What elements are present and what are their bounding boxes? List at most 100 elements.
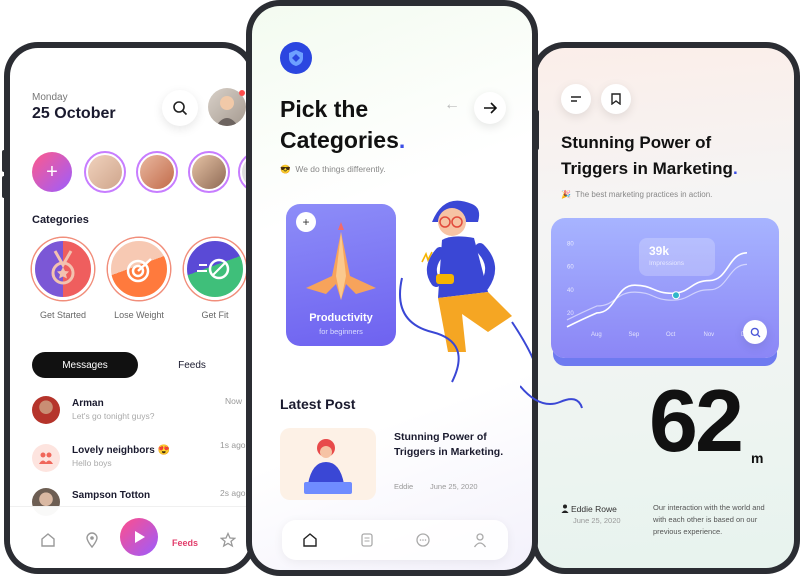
post-thumbnail[interactable] xyxy=(280,428,376,500)
nav-feeds-label[interactable]: Feeds xyxy=(172,538,198,548)
document-icon[interactable] xyxy=(359,532,375,548)
tagline: 😎 We do things differently. xyxy=(280,164,386,175)
message-preview: Hello boys xyxy=(72,458,112,468)
person-with-plug-illustration xyxy=(399,200,532,383)
tab-messages[interactable]: Messages xyxy=(32,352,138,378)
latest-post-heading: Latest Post xyxy=(280,396,356,412)
message-sender: Sampson Totton xyxy=(72,490,151,501)
shield-logo-icon xyxy=(289,50,303,66)
post-date: June 25, 2020 xyxy=(430,482,478,491)
category-get-started[interactable] xyxy=(32,238,94,300)
category-label: Get Started xyxy=(39,310,87,320)
title-dot: . xyxy=(398,127,406,153)
left-screen: Monday 25 October + Categories Get Start… xyxy=(10,48,250,568)
tagline: 🎉 The best marketing practices in action… xyxy=(561,190,712,199)
big-stat-number: 62 xyxy=(649,371,744,470)
card-subtitle: for beginners xyxy=(319,327,363,336)
card-title: Productivity xyxy=(309,312,373,324)
right-screen: Stunning Power of Triggers in Marketing.… xyxy=(537,48,794,568)
bottom-nav xyxy=(282,520,508,560)
tagline-text: We do things differently. xyxy=(295,164,386,174)
right-phone: Stunning Power of Triggers in Marketing.… xyxy=(531,42,800,574)
day-label: Monday xyxy=(32,92,68,103)
x-tick-label: Nov xyxy=(704,332,715,338)
search-button[interactable] xyxy=(162,90,198,126)
tooltip-value: 39k xyxy=(649,244,670,258)
party-emoji: 🎉 xyxy=(561,190,571,199)
title-line-2: Categories xyxy=(280,127,399,153)
x-tick-label: Sep xyxy=(629,332,640,338)
home-icon[interactable] xyxy=(302,532,318,548)
medal-icon xyxy=(51,250,75,285)
title-dot: . xyxy=(732,159,738,178)
menu-button[interactable] xyxy=(561,84,591,114)
category-get-fit[interactable] xyxy=(184,238,246,300)
highlight-point xyxy=(672,291,680,300)
story-avatar[interactable] xyxy=(136,151,178,193)
message-time: 2s ago xyxy=(220,488,246,498)
impressions-chart: 80604020AugSepOctNovDec 39k Impressions xyxy=(551,218,779,358)
avatar xyxy=(32,396,60,424)
avatar xyxy=(32,444,60,472)
user-icon[interactable] xyxy=(472,532,488,548)
title-line-1: Pick the xyxy=(280,96,369,122)
category-label: Get Fit xyxy=(201,310,229,320)
category-lose-weight[interactable] xyxy=(108,238,170,300)
article-author: Eddie Rowe xyxy=(571,504,617,514)
article-description: Our interaction with the world and with … xyxy=(653,503,765,536)
location-icon[interactable] xyxy=(84,532,100,548)
tagline-text: The best marketing practices in action. xyxy=(575,190,713,199)
y-tick-label: 80 xyxy=(567,242,574,248)
message-sender: Lovely neighbors 😍 xyxy=(72,445,171,456)
categories-heading: Categories xyxy=(32,214,89,226)
ball-icon xyxy=(197,258,230,280)
chart-search-button[interactable] xyxy=(743,320,767,344)
y-tick-label: 40 xyxy=(567,288,574,294)
play-button[interactable] xyxy=(120,518,158,556)
x-tick-label: Aug xyxy=(591,332,602,338)
y-tick-label: 20 xyxy=(567,311,574,317)
post-author: Eddie xyxy=(394,482,414,491)
target-icon xyxy=(126,258,152,283)
bookmark-icon xyxy=(611,93,621,105)
bookmark-button[interactable] xyxy=(601,84,631,114)
add-button[interactable]: + xyxy=(296,212,316,232)
x-tick-label: Oct xyxy=(666,332,676,338)
star-icon[interactable] xyxy=(220,532,236,548)
article-title-text: Stunning Power of Triggers in Marketing xyxy=(561,133,733,178)
chat-icon[interactable] xyxy=(415,532,431,548)
arrow-left-icon[interactable]: ← xyxy=(444,96,460,114)
y-tick-label: 60 xyxy=(567,265,574,271)
date-title: 25 October xyxy=(32,105,116,122)
tooltip-label: Impressions xyxy=(649,260,685,267)
arrow-right-icon xyxy=(484,102,497,114)
chart-tooltip: 39k Impressions xyxy=(639,238,715,276)
menu-icon xyxy=(571,96,581,102)
search-icon xyxy=(750,327,760,337)
left-phone: Monday 25 October + Categories Get Start… xyxy=(4,42,256,574)
article-title: Stunning Power of Triggers in Marketing. xyxy=(561,130,761,182)
big-stat-unit: m xyxy=(751,450,764,466)
message-preview: Let's go tonight guys? xyxy=(72,411,155,421)
article-date: June 25, 2020 xyxy=(573,516,621,525)
tab-feeds[interactable]: Feeds xyxy=(156,352,228,378)
group-icon xyxy=(39,452,53,464)
reader-illustration-icon xyxy=(304,439,352,494)
post-title[interactable]: Stunning Power of Triggers in Marketing. xyxy=(394,430,504,460)
cable-decoration xyxy=(520,385,583,409)
category-label: Lose Weight xyxy=(114,310,164,320)
story-avatar[interactable] xyxy=(188,151,230,193)
center-screen: Pick the Categories. ← 😎 We do things di… xyxy=(252,6,532,570)
user-icon xyxy=(561,504,569,513)
page-title: Pick the Categories. xyxy=(280,94,440,156)
message-time: Now xyxy=(225,396,243,406)
center-phone: Pick the Categories. ← 😎 We do things di… xyxy=(246,0,538,576)
next-button[interactable] xyxy=(474,92,506,124)
add-story-button[interactable]: + xyxy=(32,152,72,192)
plus-icon: + xyxy=(46,160,58,183)
message-sender: Arman xyxy=(72,398,104,409)
search-icon xyxy=(173,101,188,116)
story-avatar[interactable] xyxy=(84,151,126,193)
home-icon[interactable] xyxy=(40,532,56,548)
play-icon xyxy=(135,531,145,543)
